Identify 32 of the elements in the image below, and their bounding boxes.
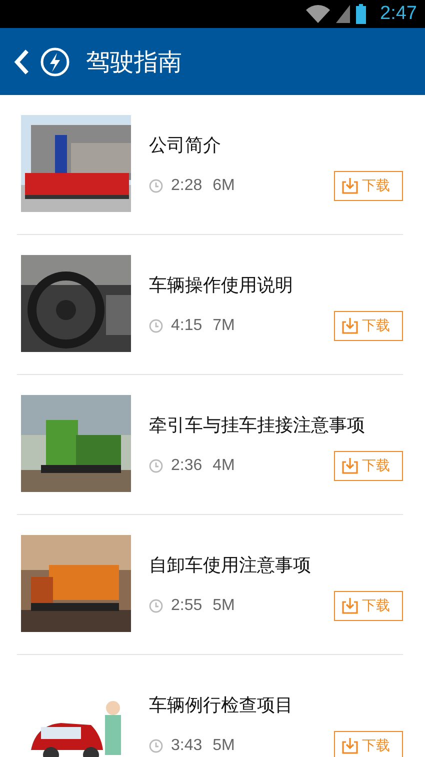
duration-size: 2:28 6M [171, 176, 235, 194]
download-icon [341, 596, 359, 614]
clock-icon [149, 598, 163, 612]
download-icon [341, 456, 359, 474]
clock-icon [149, 458, 163, 472]
download-button[interactable]: 下载 [334, 730, 403, 757]
clock-icon [149, 318, 163, 332]
battery-icon [356, 4, 366, 24]
duration-size: 2:55 5M [171, 596, 235, 614]
video-title: 牵引车与挂车挂接注意事项 [149, 414, 366, 436]
duration-size: 2:36 4M [171, 456, 235, 474]
clock-icon [149, 178, 163, 192]
wifi-icon [306, 5, 330, 23]
back-button[interactable] [12, 48, 30, 76]
video-title: 公司简介 [149, 134, 222, 156]
video-title: 车辆操作使用说明 [149, 274, 294, 296]
page-title: 驾驶指南 [86, 46, 182, 78]
download-button[interactable]: 下载 [334, 590, 403, 620]
download-icon [341, 316, 359, 334]
download-icon [341, 176, 359, 194]
download-button[interactable]: 下载 [334, 310, 403, 340]
clock-icon [149, 738, 163, 752]
video-title: 车辆例行检查项目 [149, 694, 294, 716]
download-button[interactable]: 下载 [334, 450, 403, 480]
clock-time: 2:47 [380, 3, 417, 25]
download-button[interactable]: 下载 [334, 170, 403, 200]
duration-size: 4:15 7M [171, 316, 235, 334]
logo-icon [40, 46, 70, 76]
download-icon [341, 736, 359, 754]
signal-icon [336, 5, 350, 23]
video-title: 自卸车使用注意事项 [149, 554, 312, 576]
duration-size: 3:43 5M [171, 736, 235, 754]
